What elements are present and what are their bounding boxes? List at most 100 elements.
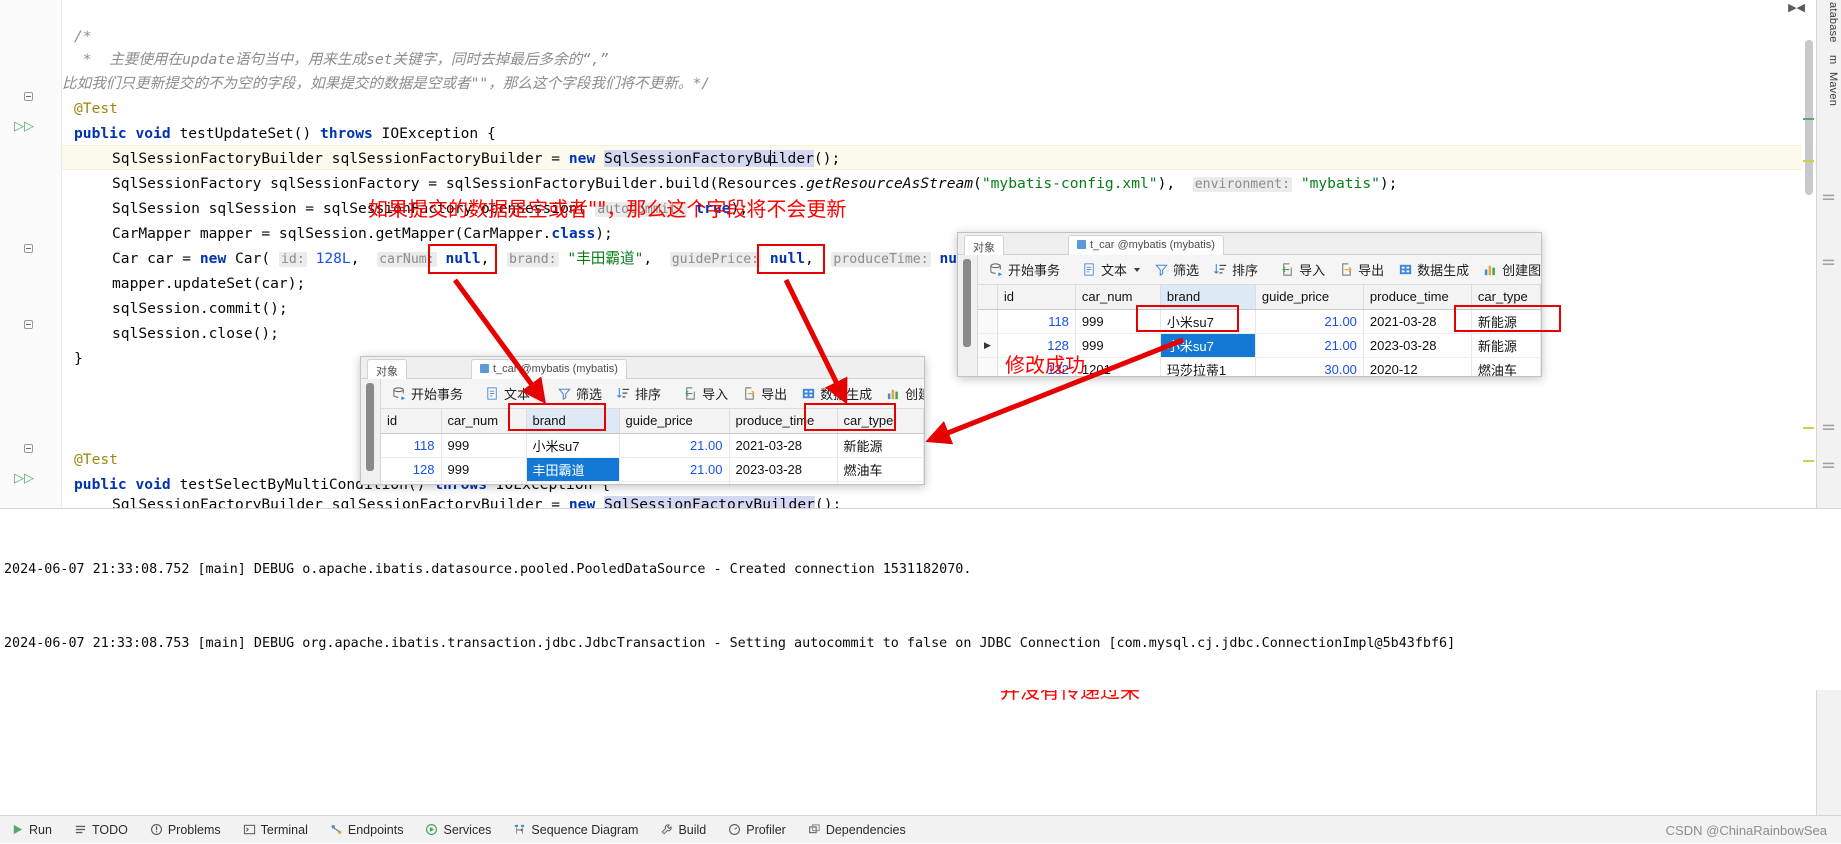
cell-car-type[interactable]: 新能源 bbox=[1471, 309, 1541, 334]
db-panel-scrollbar[interactable] bbox=[958, 255, 978, 376]
editor-scrollbar[interactable] bbox=[1802, 0, 1815, 843]
cell-produce-time[interactable]: 2023-03-28 bbox=[729, 457, 838, 482]
status-sequence-diagram[interactable]: Sequence Diagram bbox=[502, 816, 649, 844]
table-row[interactable]: 132 1201 玛莎拉蒂1 30.00 2020-12 燃油车 bbox=[381, 481, 924, 484]
status-problems[interactable]: Problems bbox=[139, 816, 232, 844]
database-grid-panel-before[interactable]: 对象 t_car @mybatis (mybatis) 开始事务 文本 筛选 排… bbox=[360, 356, 925, 485]
table-row[interactable]: 128 999 丰田霸道 21.00 2023-03-28 燃油车 bbox=[381, 457, 924, 482]
row-marker[interactable] bbox=[978, 357, 998, 376]
col-brand[interactable]: brand bbox=[526, 409, 620, 434]
cell-car-num[interactable]: 1201 bbox=[441, 481, 527, 484]
fold-marker[interactable] bbox=[24, 320, 33, 329]
row-marker[interactable] bbox=[978, 309, 998, 334]
table-row[interactable]: 118 999 小米su7 21.00 2021-03-28 新能源 bbox=[381, 433, 924, 458]
text-button[interactable]: 文本 bbox=[1075, 257, 1147, 282]
status-build[interactable]: Build bbox=[649, 816, 717, 844]
status-bar[interactable]: Run TODO Problems Terminal Endpoints Ser… bbox=[0, 815, 1841, 843]
cell-produce-time[interactable]: 2020-12 bbox=[1363, 357, 1472, 376]
cell-guide-price[interactable]: 30.00 bbox=[619, 481, 730, 484]
db-tab-table[interactable]: t_car @mybatis (mybatis) bbox=[1068, 235, 1224, 255]
cell-brand[interactable]: 小米su7 bbox=[526, 433, 620, 458]
db-toolbar[interactable]: 开始事务 文本 筛选 排序 导入 导出 bbox=[978, 255, 1541, 285]
cell-produce-time[interactable]: 2021-03-28 bbox=[729, 433, 838, 458]
sort-button[interactable]: 排序 bbox=[609, 381, 668, 406]
table-row[interactable]: 118 999 小米su7 21.00 2021-03-28 新能源 bbox=[978, 309, 1541, 334]
sort-button[interactable]: 排序 bbox=[1206, 257, 1265, 282]
cell-car-num[interactable]: 1201 bbox=[1075, 357, 1161, 376]
fold-marker[interactable] bbox=[24, 444, 33, 453]
cell-car-type[interactable]: 燃油车 bbox=[837, 457, 924, 482]
tool-window-m[interactable]: m bbox=[1827, 55, 1839, 64]
db-tab-objects[interactable]: 对象 bbox=[964, 235, 1004, 255]
cell-guide-price[interactable]: 21.00 bbox=[619, 433, 730, 458]
db-tab-strip[interactable]: 对象 t_car @mybatis (mybatis) bbox=[958, 233, 1541, 255]
cell-produce-time[interactable]: 2020-12 bbox=[729, 481, 838, 484]
cell-car-type[interactable]: 新能源 bbox=[1471, 333, 1541, 358]
status-profiler[interactable]: Profiler bbox=[717, 816, 797, 844]
filter-button[interactable]: 筛选 bbox=[550, 381, 609, 406]
status-terminal[interactable]: Terminal bbox=[232, 816, 319, 844]
cell-guide-price[interactable]: 21.00 bbox=[1255, 333, 1364, 358]
import-button[interactable]: 导入 bbox=[676, 381, 735, 406]
cell-car-num[interactable]: 999 bbox=[441, 457, 527, 482]
cell-car-type[interactable]: 新能源 bbox=[837, 433, 924, 458]
start-transaction-button[interactable]: 开始事务 bbox=[385, 381, 470, 406]
col-brand[interactable]: brand bbox=[1160, 285, 1256, 310]
status-todo[interactable]: TODO bbox=[63, 816, 139, 844]
cell-guide-price[interactable]: 30.00 bbox=[1255, 357, 1364, 376]
import-button[interactable]: 导入 bbox=[1273, 257, 1332, 282]
tool-window-maven[interactable]: Maven bbox=[1827, 72, 1839, 106]
run-test-gutter-icon[interactable]: ▷▷ bbox=[14, 118, 34, 134]
cell-car-num[interactable]: 999 bbox=[441, 433, 527, 458]
chevron-down-icon[interactable] bbox=[537, 391, 544, 396]
col-guide-price[interactable]: guide_price bbox=[619, 409, 730, 434]
console-output[interactable]: 2024-06-07 21:33:08.752 [main] DEBUG o.a… bbox=[0, 508, 1841, 690]
filter-button[interactable]: 筛选 bbox=[1147, 257, 1206, 282]
code-text[interactable]: /* * 主要使用在update语句当中，用来生成set关键字，同时去掉最后多余… bbox=[62, 0, 1841, 843]
col-id[interactable]: id bbox=[997, 285, 1076, 310]
col-car-type[interactable]: car_type bbox=[1471, 285, 1541, 310]
data-generation-button[interactable]: 数据生成 bbox=[1391, 257, 1476, 282]
row-marker-current[interactable]: ▶ bbox=[978, 333, 998, 358]
scrollbar-thumb[interactable] bbox=[963, 259, 971, 347]
cell-id[interactable]: 118 bbox=[381, 433, 442, 458]
data-generation-button[interactable]: 数据生成 bbox=[794, 381, 879, 406]
create-chart-button[interactable]: 创建图表 bbox=[1476, 257, 1541, 282]
cell-brand[interactable]: 玛莎拉蒂1 bbox=[526, 481, 620, 484]
cell-car-type[interactable]: 燃油车 bbox=[1471, 357, 1541, 376]
start-transaction-button[interactable]: 开始事务 bbox=[982, 257, 1067, 282]
fold-marker[interactable] bbox=[24, 92, 33, 101]
cell-brand-selected[interactable]: 小米su7 bbox=[1160, 333, 1256, 358]
export-button[interactable]: 导出 bbox=[1332, 257, 1391, 282]
db-toolbar[interactable]: 开始事务 文本 筛选 排序 导入 导出 bbox=[381, 379, 924, 409]
cell-id[interactable]: 132 bbox=[381, 481, 442, 484]
db-grid-before[interactable]: id car_num brand guide_price produce_tim… bbox=[381, 409, 924, 484]
scrollbar-thumb[interactable] bbox=[366, 383, 374, 471]
tool-window-database[interactable]: atabase bbox=[1827, 2, 1839, 43]
cell-produce-time[interactable]: 2021-03-28 bbox=[1363, 309, 1472, 334]
db-panel-scrollbar[interactable] bbox=[361, 379, 381, 484]
cell-car-type[interactable]: 燃油车 bbox=[837, 481, 924, 484]
col-produce-time[interactable]: produce_time bbox=[1363, 285, 1472, 310]
cell-brand[interactable]: 玛莎拉蒂1 bbox=[1160, 357, 1256, 376]
cell-guide-price[interactable]: 21.00 bbox=[1255, 309, 1364, 334]
create-chart-button[interactable]: 创建图表 bbox=[879, 381, 924, 406]
col-car-num[interactable]: car_num bbox=[441, 409, 527, 434]
col-id[interactable]: id bbox=[381, 409, 442, 434]
cell-id[interactable]: 128 bbox=[381, 457, 442, 482]
fold-marker[interactable] bbox=[24, 244, 33, 253]
col-car-num[interactable]: car_num bbox=[1075, 285, 1161, 310]
db-tab-table[interactable]: t_car @mybatis (mybatis) bbox=[471, 359, 627, 379]
cell-car-num[interactable]: 999 bbox=[1075, 309, 1161, 334]
status-services[interactable]: Services bbox=[414, 816, 502, 844]
db-tab-strip[interactable]: 对象 t_car @mybatis (mybatis) bbox=[361, 357, 924, 379]
cell-brand-selected[interactable]: 丰田霸道 bbox=[526, 457, 620, 482]
col-guide-price[interactable]: guide_price bbox=[1255, 285, 1364, 310]
export-button[interactable]: 导出 bbox=[735, 381, 794, 406]
text-button[interactable]: 文本 bbox=[478, 381, 550, 406]
cell-id[interactable]: 118 bbox=[997, 309, 1076, 334]
db-tab-objects[interactable]: 对象 bbox=[367, 359, 407, 379]
cell-produce-time[interactable]: 2023-03-28 bbox=[1363, 333, 1472, 358]
col-produce-time[interactable]: produce_time bbox=[729, 409, 838, 434]
run-test-gutter-icon[interactable]: ▷▷ bbox=[14, 470, 34, 486]
